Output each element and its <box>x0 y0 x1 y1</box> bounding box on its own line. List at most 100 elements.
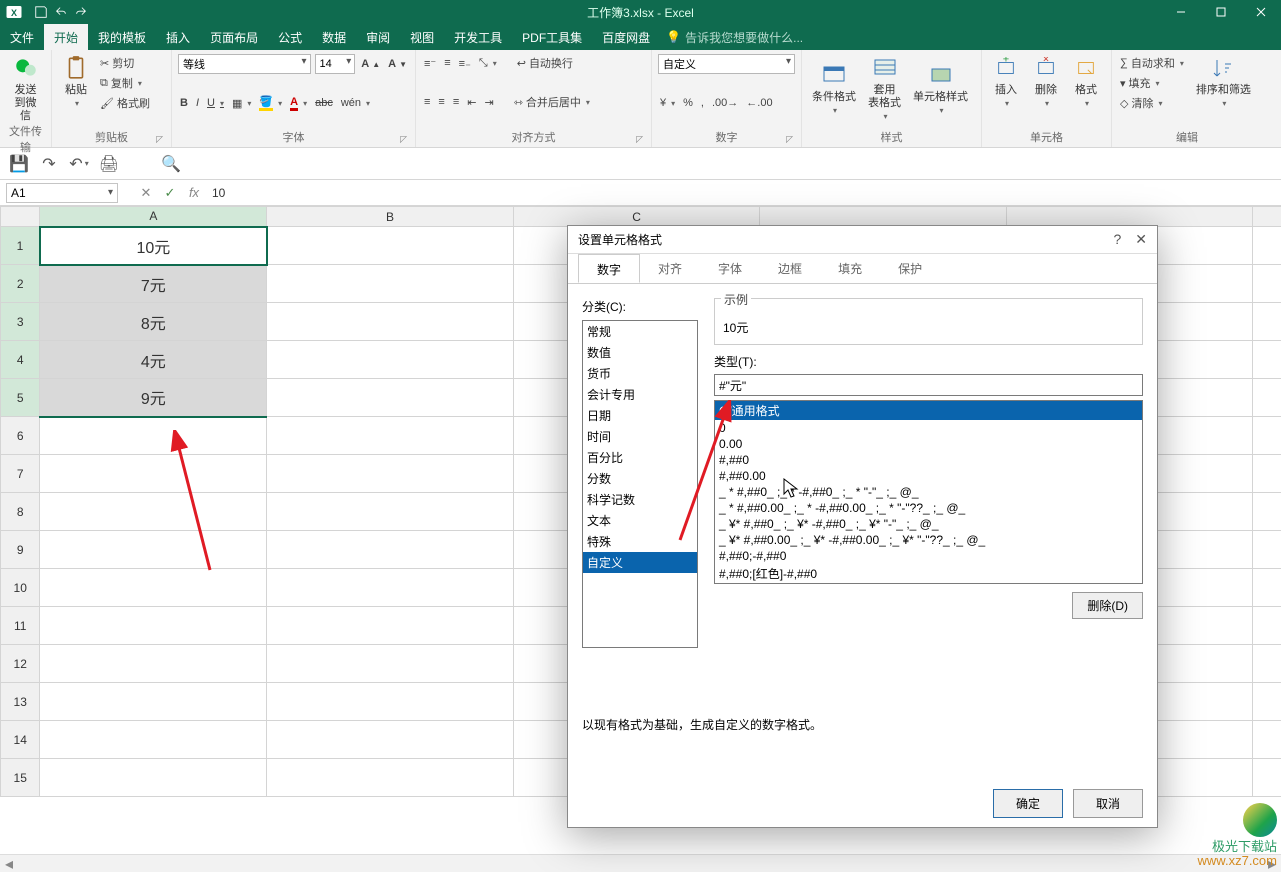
row-header-9[interactable]: 9 <box>1 531 40 569</box>
select-all-corner[interactable] <box>1 207 40 227</box>
font-size-combo[interactable]: 14 <box>315 54 356 74</box>
number-launcher[interactable]: ◸ <box>786 134 793 145</box>
tab-baidu[interactable]: 百度网盘 <box>592 24 660 50</box>
tab-home[interactable]: 开始 <box>44 24 88 50</box>
delete-cells-button[interactable]: ×删除▾ <box>1028 54 1064 110</box>
conditional-format-button[interactable]: 条件格式▾ <box>808 61 860 117</box>
dialog-tab-number[interactable]: 数字 <box>578 254 640 283</box>
format-item[interactable]: _ ¥* #,##0.00_ ;_ ¥* -#,##0.00_ ;_ ¥* "-… <box>715 532 1142 548</box>
category-item[interactable]: 日期 <box>583 405 697 426</box>
autosum-button[interactable]: ∑自动求和▾ <box>1118 54 1186 72</box>
format-cells-button[interactable]: 格式▾ <box>1068 54 1104 110</box>
align-bottom-button[interactable]: ≡₋ <box>457 56 473 71</box>
increase-decimal-button[interactable]: .00→ <box>710 96 740 110</box>
cell-A3[interactable]: 8元 <box>40 303 267 341</box>
save-icon[interactable] <box>34 5 48 19</box>
align-launcher[interactable]: ◸ <box>636 134 643 145</box>
cell-A4[interactable]: 4元 <box>40 341 267 379</box>
row-header-8[interactable]: 8 <box>1 493 40 531</box>
tab-developer[interactable]: 开发工具 <box>444 24 512 50</box>
row-header-3[interactable]: 3 <box>1 303 40 341</box>
row-header-15[interactable]: 15 <box>1 759 40 797</box>
qat-print-icon[interactable]: 🖨 <box>98 153 120 175</box>
ok-button[interactable]: 确定 <box>993 789 1063 818</box>
format-list[interactable]: G/通用格式 0 0.00 #,##0 #,##0.00 _ * #,##0_ … <box>714 400 1143 584</box>
category-item[interactable]: 会计专用 <box>583 384 697 405</box>
format-item[interactable]: _ * #,##0_ ;_ * -#,##0_ ;_ * "-"_ ;_ @_ <box>715 484 1142 500</box>
row-header-11[interactable]: 11 <box>1 607 40 645</box>
orientation-button[interactable]: ⤡▾ <box>477 56 499 71</box>
increase-font-button[interactable]: A▲ <box>359 57 382 71</box>
row-header-13[interactable]: 13 <box>1 683 40 721</box>
dialog-tab-fill[interactable]: 填充 <box>820 254 880 283</box>
percent-button[interactable]: % <box>681 96 695 110</box>
redo-icon[interactable] <box>74 5 88 19</box>
dialog-tab-font[interactable]: 字体 <box>700 254 760 283</box>
name-box[interactable]: A1 <box>6 183 118 203</box>
maximize-button[interactable] <box>1201 0 1241 24</box>
horizontal-scrollbar[interactable]: ◂ ▸ <box>0 854 1281 872</box>
qat-redo-icon[interactable]: ↷ <box>38 153 60 175</box>
insert-function-button[interactable]: fx <box>182 185 206 200</box>
decrease-font-button[interactable]: A▼ <box>386 57 409 71</box>
qat-save-icon[interactable]: 💾 <box>8 153 30 175</box>
row-header-12[interactable]: 12 <box>1 645 40 683</box>
category-item[interactable]: 特殊 <box>583 531 697 552</box>
col-header-A[interactable]: A <box>40 207 267 227</box>
number-format-combo[interactable]: 自定义 <box>658 54 795 74</box>
sort-filter-button[interactable]: 排序和筛选▾ <box>1192 54 1255 112</box>
clear-button[interactable]: ◇清除▾ <box>1118 94 1186 112</box>
dialog-tab-border[interactable]: 边框 <box>760 254 820 283</box>
merge-center-button[interactable]: ⇿合并后居中▾ <box>512 93 592 111</box>
tab-data[interactable]: 数据 <box>312 24 356 50</box>
category-item[interactable]: 科学记数 <box>583 489 697 510</box>
col-header-H[interactable]: H <box>1253 207 1281 227</box>
format-item[interactable]: _ * #,##0.00_ ;_ * -#,##0.00_ ;_ * "-"??… <box>715 500 1142 516</box>
row-header-7[interactable]: 7 <box>1 455 40 493</box>
category-item[interactable]: 货币 <box>583 363 697 384</box>
tab-templates[interactable]: 我的模板 <box>88 24 156 50</box>
format-item-selected[interactable]: G/通用格式 <box>715 401 1142 420</box>
type-input[interactable] <box>714 374 1143 396</box>
row-header-6[interactable]: 6 <box>1 417 40 455</box>
cell-A5[interactable]: 9元 <box>40 379 267 417</box>
phonetic-button[interactable]: wén▾ <box>339 96 372 110</box>
delete-format-button[interactable]: 删除(D) <box>1072 592 1143 619</box>
paste-button[interactable]: 粘贴▾ <box>58 54 94 112</box>
align-top-button[interactable]: ≡⁻ <box>422 56 438 71</box>
dialog-tab-align[interactable]: 对齐 <box>640 254 700 283</box>
format-item[interactable]: #,##0.00 <box>715 468 1142 484</box>
qat-preview-icon[interactable]: 🔍 <box>160 153 182 175</box>
formula-enter-button[interactable]: ✓ <box>158 185 182 201</box>
row-header-5[interactable]: 5 <box>1 379 40 417</box>
tab-formulas[interactable]: 公式 <box>268 24 312 50</box>
tab-pdf[interactable]: PDF工具集 <box>512 24 592 50</box>
scroll-left-icon[interactable]: ◂ <box>0 854 18 872</box>
increase-indent-button[interactable]: ⇥ <box>482 95 495 110</box>
row-header-10[interactable]: 10 <box>1 569 40 607</box>
tell-me[interactable]: 💡 告诉我您想要做什么... <box>666 24 803 50</box>
strikethrough-button[interactable]: abc <box>313 96 335 110</box>
qat-undo-icon[interactable]: ↶▾ <box>68 153 90 175</box>
tab-file[interactable]: 文件 <box>0 24 44 50</box>
category-item[interactable]: 常规 <box>583 321 697 342</box>
col-header-D[interactable] <box>760 207 1007 227</box>
bold-button[interactable]: B <box>178 96 190 110</box>
format-painter-button[interactable]: 🖌格式刷 <box>98 94 152 112</box>
align-center-button[interactable]: ≡ <box>436 95 446 109</box>
send-to-wechat-button[interactable]: 发送 到微信 <box>6 54 45 123</box>
decrease-indent-button[interactable]: ⇤ <box>465 95 478 110</box>
tab-layout[interactable]: 页面布局 <box>200 24 268 50</box>
row-header-4[interactable]: 4 <box>1 341 40 379</box>
decrease-decimal-button[interactable]: ←.00 <box>744 96 774 110</box>
currency-button[interactable]: ¥▾ <box>658 96 677 110</box>
col-header-C[interactable]: C <box>513 207 760 227</box>
cancel-button[interactable]: 取消 <box>1073 789 1143 818</box>
tab-insert[interactable]: 插入 <box>156 24 200 50</box>
dialog-tab-protect[interactable]: 保护 <box>880 254 940 283</box>
align-left-button[interactable]: ≡ <box>422 95 432 109</box>
row-header-14[interactable]: 14 <box>1 721 40 759</box>
copy-button[interactable]: ⧉复制▾ <box>98 74 152 92</box>
align-middle-button[interactable]: ≡ <box>442 56 452 70</box>
dialog-help-button[interactable]: ? <box>1113 231 1121 248</box>
